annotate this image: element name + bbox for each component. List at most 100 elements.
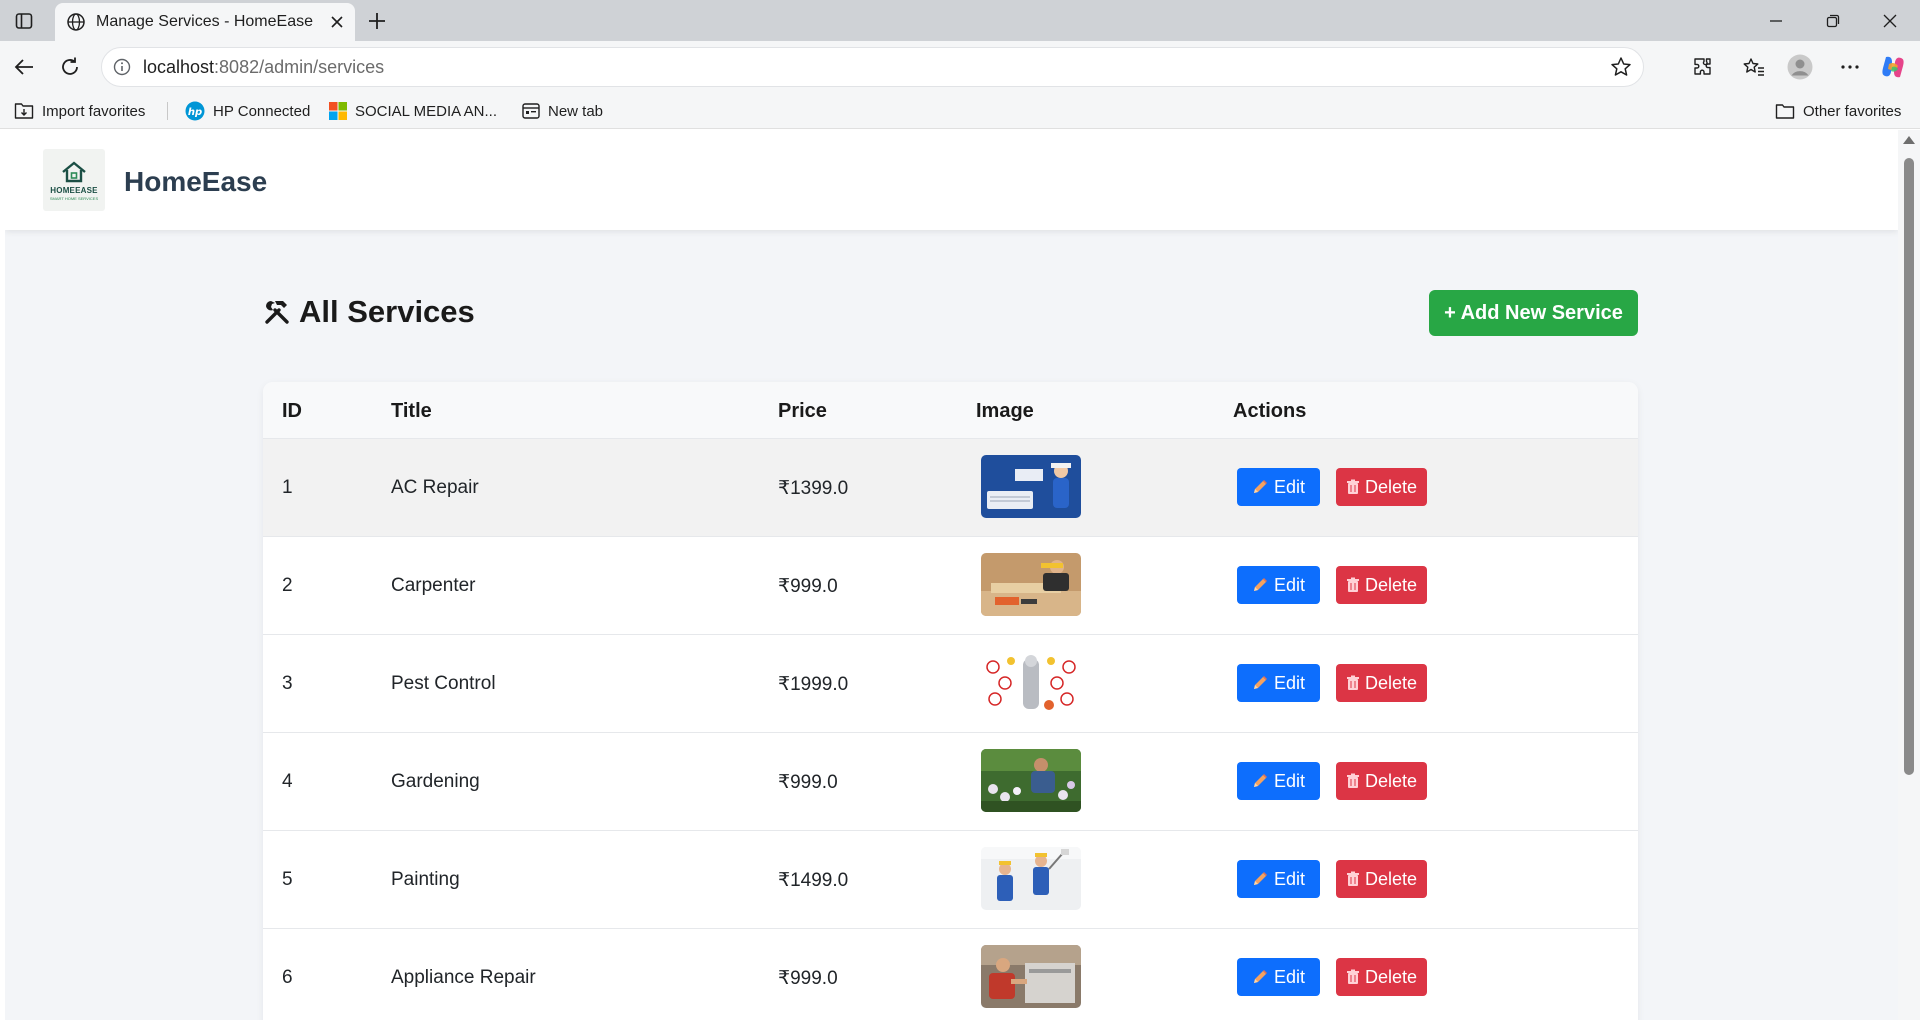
edit-label: Edit (1273, 672, 1306, 693)
edit-label: Edit (1273, 574, 1306, 595)
bookmark-social-media[interactable]: SOCIAL MEDIA AN... (329, 100, 497, 122)
edit-button[interactable]: Edit (1237, 762, 1320, 800)
edit-button[interactable]: Edit (1237, 664, 1320, 702)
bookmark-label: Other favorites (1803, 102, 1902, 120)
copilot-icon[interactable] (1879, 53, 1907, 81)
table-row: 4 Gardening ₹999.0 Edit Delete (263, 733, 1638, 831)
bookmark-label: New tab (548, 102, 604, 120)
tab-actions-icon[interactable] (12, 9, 36, 33)
bookmarks-bar: Import favorites hp HP Connected SOCIAL … (0, 93, 1920, 129)
import-favorites-icon (14, 103, 34, 119)
brand-name[interactable]: HomeEase (124, 166, 267, 198)
edit-label: Edit (1273, 966, 1306, 987)
delete-label: Delete (1364, 868, 1418, 889)
active-tab[interactable]: Manage Services - HomeEase (55, 3, 355, 41)
restore-icon[interactable] (1813, 7, 1853, 35)
delete-label: Delete (1364, 672, 1418, 693)
minimize-icon[interactable] (1756, 7, 1796, 35)
service-id: 2 (282, 575, 293, 596)
page-scrollbar[interactable] (1898, 130, 1920, 1020)
trash-icon (1346, 577, 1359, 592)
edit-label: Edit (1273, 770, 1306, 791)
close-window-icon[interactable] (1870, 7, 1910, 35)
folder-icon (1775, 104, 1795, 119)
column-header-image: Image (976, 400, 1034, 422)
table-row: 1 AC Repair ₹1399.0 Edit Delete (263, 439, 1638, 537)
bookmark-other-favorites[interactable]: Other favorites (1775, 100, 1901, 122)
services-table: ID Title Price Image Actions 1 AC Repair… (263, 382, 1638, 1020)
svg-text:hp: hp (188, 107, 202, 118)
bookmark-import-favorites[interactable]: Import favorites (14, 100, 145, 122)
delete-button[interactable]: Delete (1336, 664, 1427, 702)
service-id: 1 (282, 477, 293, 498)
globe-icon (65, 11, 87, 33)
column-header-price: Price (778, 400, 827, 422)
delete-button[interactable]: Delete (1336, 860, 1427, 898)
service-image-ac-repair (981, 455, 1081, 518)
favorites-icon[interactable] (1740, 53, 1768, 81)
hammer-wrench-icon (263, 298, 291, 326)
service-image-pest-control (981, 651, 1081, 714)
add-new-service-button[interactable]: + Add New Service (1429, 290, 1638, 336)
delete-button[interactable]: Delete (1336, 762, 1427, 800)
favorite-star-icon[interactable] (1609, 55, 1633, 79)
profile-avatar-icon[interactable] (1786, 53, 1814, 81)
bookmark-label: HP Connected (213, 102, 311, 120)
more-options-icon[interactable] (1836, 53, 1864, 81)
column-header-id: ID (282, 400, 302, 422)
service-title: Gardening (391, 771, 480, 792)
extensions-icon[interactable] (1689, 53, 1717, 81)
table-header: ID Title Price Image Actions (263, 382, 1638, 439)
service-title: Pest Control (391, 673, 496, 694)
house-logo-icon (62, 160, 86, 182)
bookmark-new-tab[interactable]: New tab (522, 100, 603, 122)
service-price: ₹999.0 (778, 968, 838, 989)
service-price: ₹999.0 (778, 576, 838, 597)
page-title: All Services (299, 294, 475, 329)
delete-label: Delete (1364, 770, 1418, 791)
tab-title: Manage Services - HomeEase (96, 13, 313, 30)
service-title: Carpenter (391, 575, 476, 596)
browser-tab-strip: Manage Services - HomeEase (0, 0, 1920, 41)
close-tab-icon[interactable] (325, 10, 349, 34)
column-header-actions: Actions (1233, 400, 1307, 422)
delete-label: Delete (1364, 966, 1418, 987)
site-info-icon[interactable] (112, 57, 132, 77)
pencil-icon (1253, 872, 1267, 885)
scrollbar-thumb[interactable] (1904, 158, 1914, 775)
trash-icon (1346, 871, 1359, 886)
page-viewport: HOMEEASE SMART HOME SERVICES HomeEase Al… (5, 130, 1898, 1020)
pencil-icon (1253, 676, 1267, 689)
service-image-painting (981, 847, 1081, 910)
trash-icon (1346, 675, 1359, 690)
back-arrow-icon[interactable] (10, 53, 38, 81)
url-text: localhost:8082/admin/services (143, 57, 384, 78)
pencil-icon (1253, 970, 1267, 983)
delete-button[interactable]: Delete (1336, 468, 1427, 506)
edit-label: Edit (1273, 868, 1306, 889)
bookmark-hp-connected[interactable]: hp HP Connected (185, 100, 310, 122)
service-image-appliance-repair (981, 945, 1081, 1008)
service-id: 6 (282, 967, 293, 988)
site-logo[interactable]: HOMEEASE SMART HOME SERVICES (43, 149, 105, 211)
refresh-icon[interactable] (56, 53, 84, 81)
bookmark-separator (167, 102, 168, 120)
delete-button[interactable]: Delete (1336, 566, 1427, 604)
scroll-up-arrow-icon[interactable] (1903, 136, 1915, 144)
new-tab-icon[interactable] (364, 8, 390, 34)
service-id: 5 (282, 869, 293, 890)
service-id: 3 (282, 673, 293, 694)
edit-button[interactable]: Edit (1237, 468, 1320, 506)
url-host: localhost (143, 57, 215, 77)
url-field[interactable]: localhost:8082/admin/services (101, 47, 1644, 87)
edit-button[interactable]: Edit (1237, 958, 1320, 996)
service-image-gardening (981, 749, 1081, 812)
delete-button[interactable]: Delete (1336, 958, 1427, 996)
url-path: :8082/admin/services (214, 57, 385, 77)
service-price: ₹1999.0 (778, 674, 849, 695)
service-title: Painting (391, 869, 460, 890)
delete-label: Delete (1364, 574, 1418, 595)
service-price: ₹1399.0 (778, 478, 849, 499)
edit-button[interactable]: Edit (1237, 860, 1320, 898)
edit-button[interactable]: Edit (1237, 566, 1320, 604)
